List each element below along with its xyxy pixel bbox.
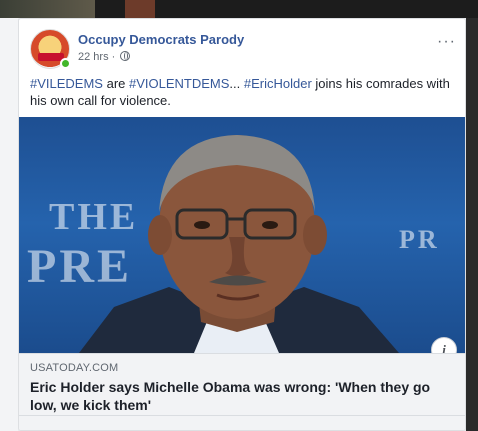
post-card: Occupy Democrats Parody 22 hrs · ··· #VI… bbox=[18, 18, 466, 431]
background-thumbnail bbox=[0, 0, 95, 18]
card-divider bbox=[19, 415, 465, 416]
more-options-icon[interactable]: ··· bbox=[437, 33, 456, 51]
link-domain: USATODAY.COM bbox=[30, 362, 119, 374]
hashtag-link[interactable]: #VIOLENTDEMS bbox=[129, 76, 229, 91]
background-left-strip bbox=[0, 18, 18, 431]
link-headline[interactable]: Eric Holder says Michelle Obama was wron… bbox=[30, 378, 450, 414]
background-top-strip bbox=[0, 0, 478, 18]
meta-separator: · bbox=[111, 51, 116, 63]
post-text: #VILEDEMS are #VIOLENTDEMS... #EricHolde… bbox=[30, 75, 456, 109]
post-meta: 22 hrs · bbox=[78, 51, 131, 63]
link-preview-image[interactable]: THE PRE PR bbox=[19, 117, 465, 353]
post-text-fragment: ... bbox=[229, 76, 244, 91]
hashtag-link[interactable]: #EricHolder bbox=[244, 76, 312, 91]
post-timestamp[interactable]: 22 hrs bbox=[78, 51, 109, 63]
online-status-dot bbox=[60, 58, 71, 69]
link-preview-caption[interactable]: USATODAY.COM Eric Holder says Michelle O… bbox=[19, 353, 465, 430]
globe-icon bbox=[120, 51, 131, 61]
page-name-link[interactable]: Occupy Democrats Parody bbox=[78, 32, 244, 47]
hashtag-link[interactable]: #VILEDEMS bbox=[30, 76, 103, 91]
post-header: Occupy Democrats Parody 22 hrs · ··· bbox=[30, 29, 456, 71]
background-right-strip bbox=[466, 18, 478, 431]
background-thumbnail bbox=[125, 0, 155, 18]
portrait-image bbox=[79, 135, 399, 353]
post-text-fragment: are bbox=[102, 76, 129, 91]
